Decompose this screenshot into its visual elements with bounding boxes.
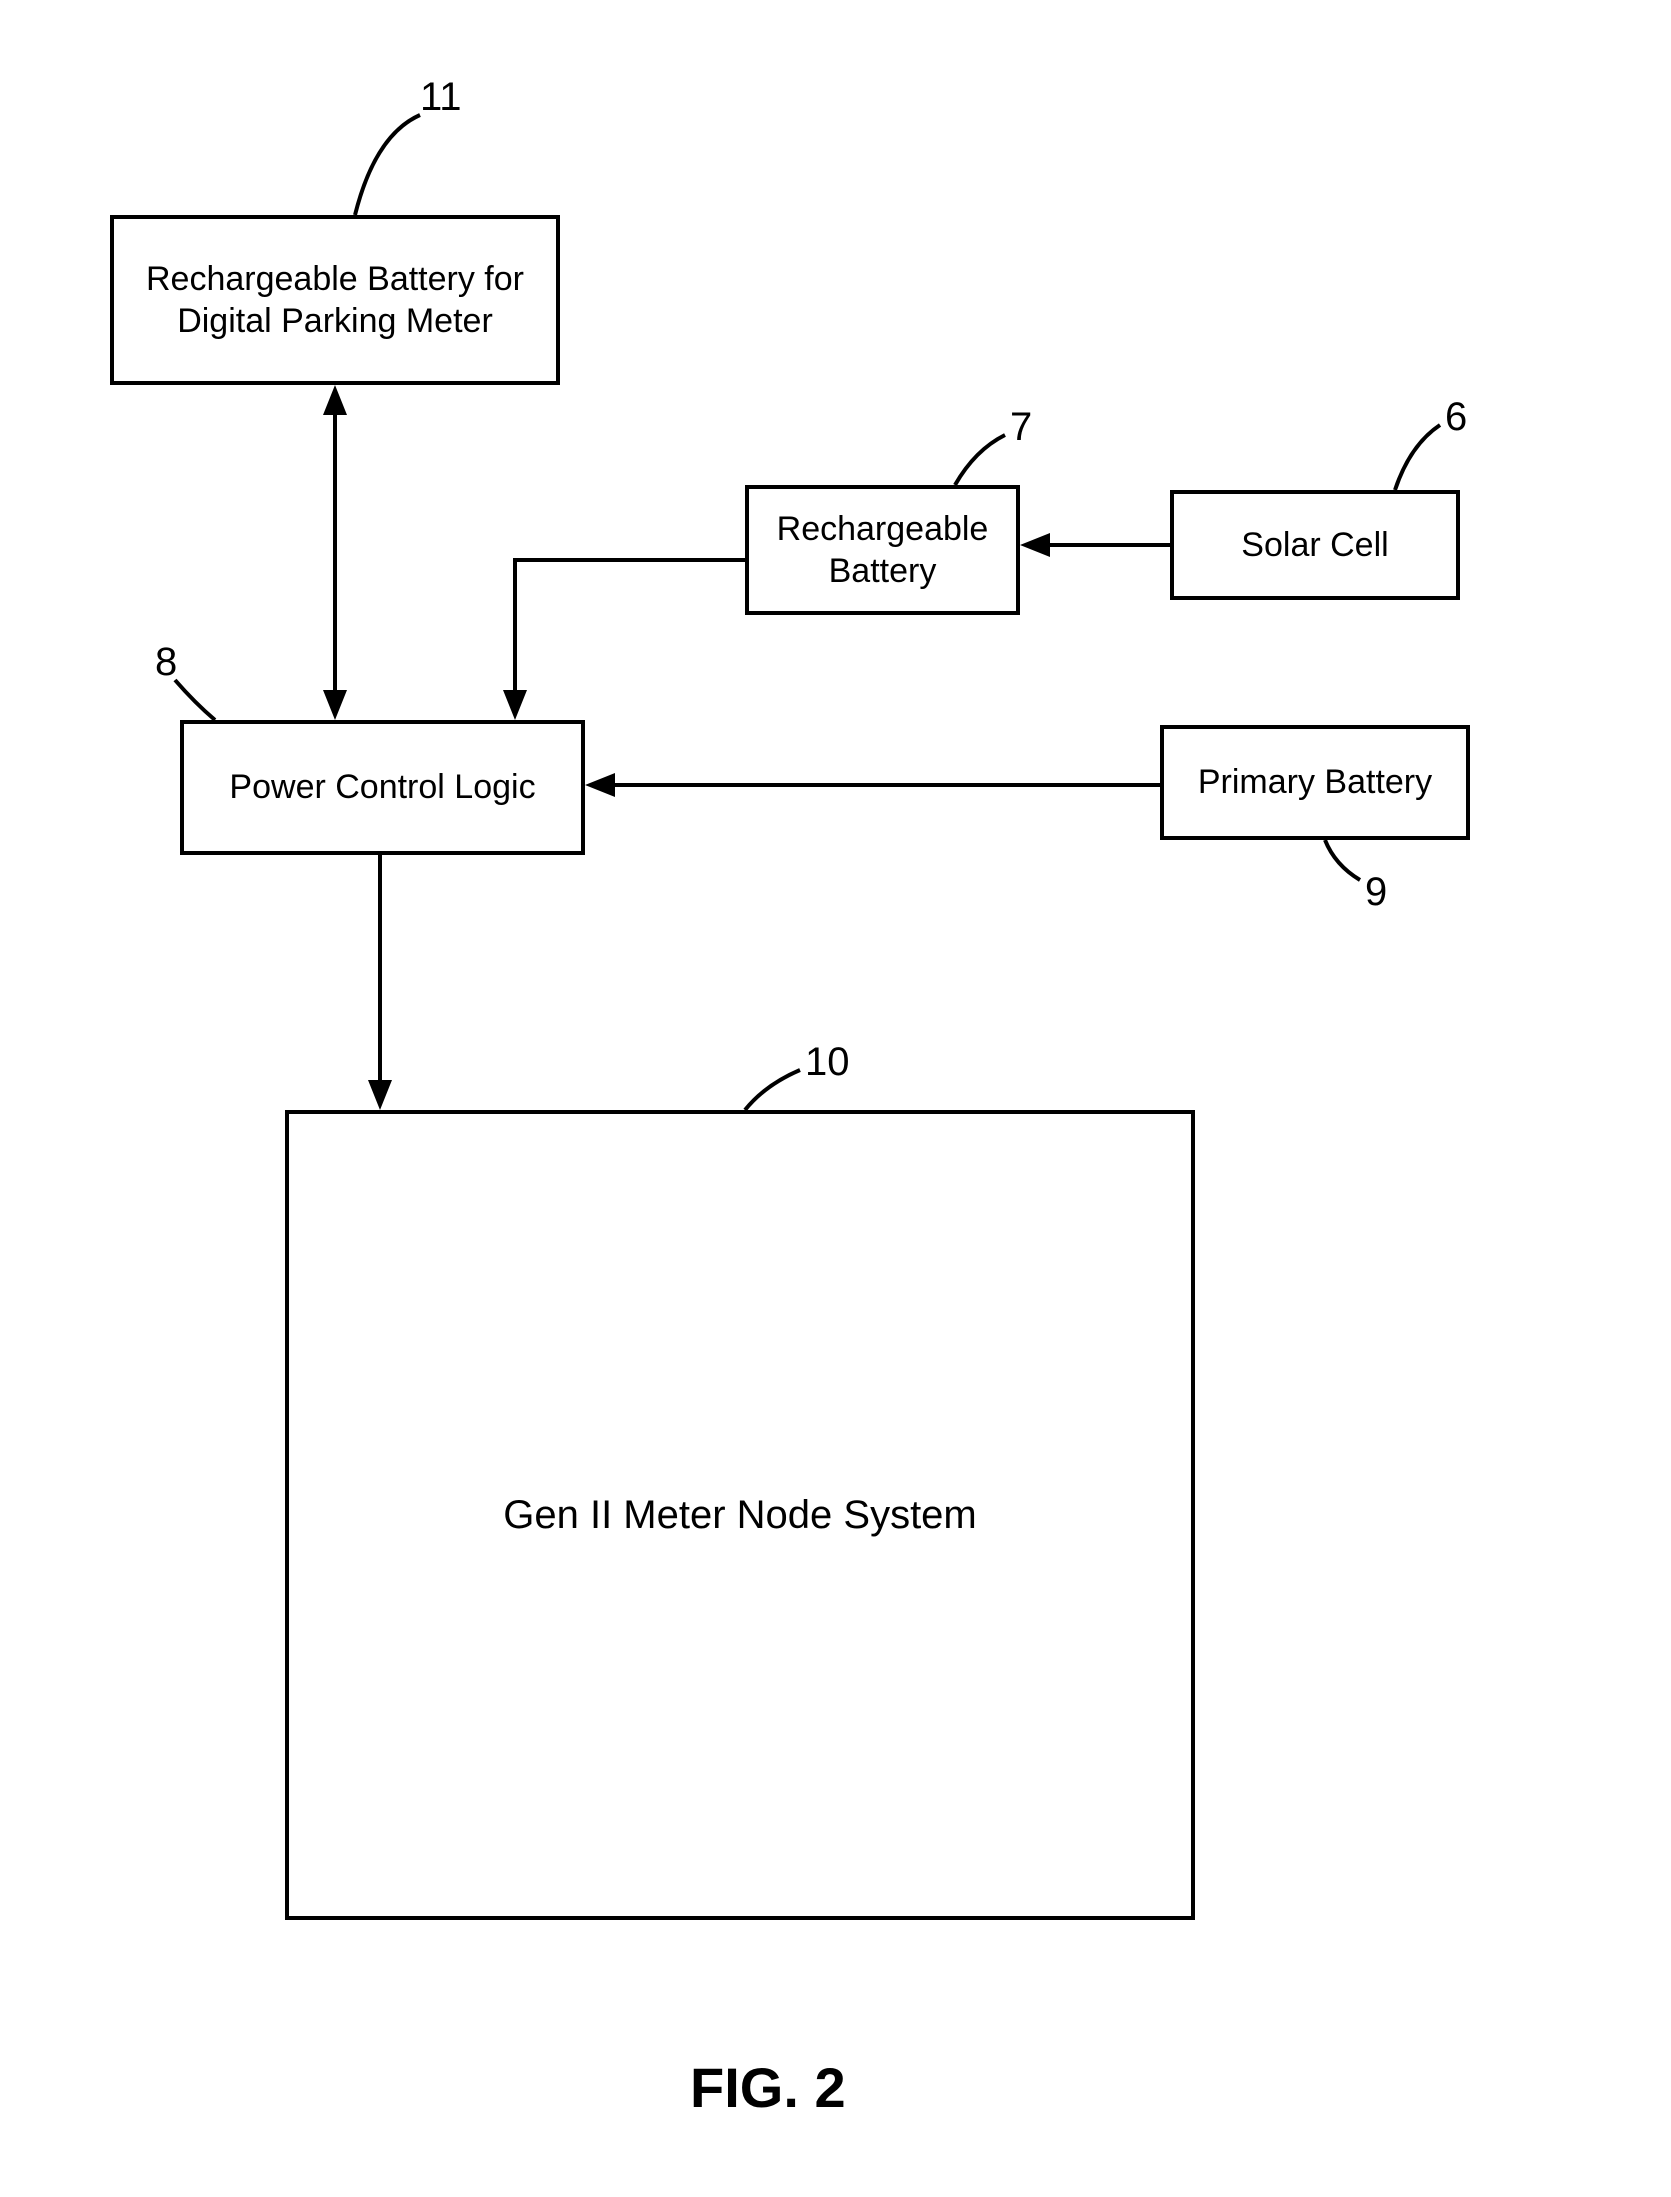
block-power-control-logic: Power Control Logic [180,720,585,855]
arrow-rbatt-to-pcl-line [515,560,745,702]
block-label: Primary Battery [1198,761,1432,804]
block-label: Gen II Meter Node System [503,1490,977,1540]
block-primary-battery: Primary Battery [1160,725,1470,840]
leader-7 [955,435,1005,485]
block-rechargeable-battery-meter: Rechargeable Battery forDigital Parking … [110,215,560,385]
leader-9 [1325,840,1360,880]
arrow-pcl-to-gen2-head [368,1080,392,1110]
ref-number-7: 7 [1010,405,1032,450]
figure-caption: FIG. 2 [690,2055,846,2120]
block-label: Power Control Logic [229,766,535,809]
block-solar-cell: Solar Cell [1170,490,1460,600]
ref-number-6: 6 [1445,395,1467,440]
ref-number-8: 8 [155,640,177,685]
arrow-pcl-to-meter-battery-head-down [323,690,347,720]
block-label: Rechargeable Battery forDigital Parking … [146,258,524,343]
leader-11 [355,115,420,215]
block-rechargeable-battery: RechargeableBattery [745,485,1020,615]
ref-number-9: 9 [1365,870,1387,915]
block-label: Solar Cell [1241,524,1388,567]
arrow-pcl-to-meter-battery-head-up [323,385,347,415]
ref-number-11: 11 [420,75,462,120]
arrow-rbatt-to-pcl-head [503,690,527,720]
diagram-canvas: Rechargeable Battery forDigital Parking … [0,0,1671,2197]
leader-10 [745,1070,800,1110]
block-gen2-meter-node-system: Gen II Meter Node System [285,1110,1195,1920]
leader-6 [1395,425,1440,490]
leader-8 [175,680,215,720]
ref-number-10: 10 [805,1040,850,1085]
arrow-solar-to-battery-head [1020,533,1050,557]
block-label: RechargeableBattery [777,508,989,593]
arrow-primary-to-pcl-head [585,773,615,797]
